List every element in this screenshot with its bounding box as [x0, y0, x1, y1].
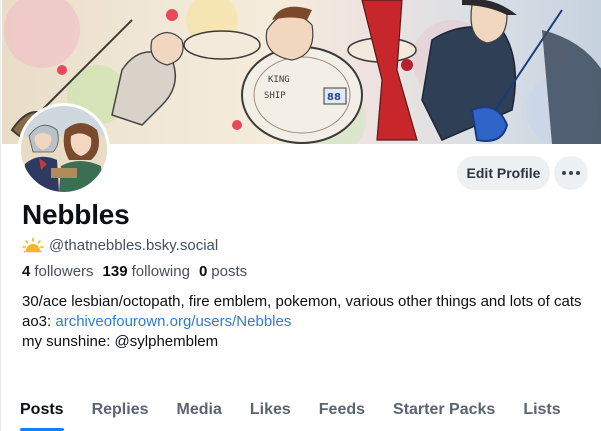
- followers-count: 4: [22, 263, 31, 280]
- tab-media[interactable]: Media: [177, 393, 222, 431]
- svg-text:88: 88: [327, 92, 341, 103]
- ellipsis-icon: [562, 171, 566, 175]
- bio-ao3-line: ao3: archiveofourown.org/users/Nebbles: [22, 312, 592, 332]
- tab-likes[interactable]: Likes: [250, 393, 291, 431]
- more-options-button[interactable]: [554, 156, 588, 190]
- followers-stat[interactable]: 4 followers: [22, 263, 94, 280]
- svg-text:SHIP: SHIP: [264, 91, 286, 101]
- followers-label: followers: [34, 263, 94, 280]
- ellipsis-icon: [569, 171, 573, 175]
- tab-lists[interactable]: Lists: [523, 393, 560, 431]
- posts-stat: 0 posts: [199, 263, 247, 280]
- tab-posts[interactable]: Posts: [20, 393, 64, 431]
- display-name: Nebbles: [22, 199, 130, 230]
- ao3-link[interactable]: archiveofourown.org/users/Nebbles: [55, 313, 291, 330]
- following-label: following: [131, 263, 190, 280]
- avatar-illustration: [21, 106, 107, 192]
- following-count: 139: [102, 263, 128, 280]
- posts-count: 0: [198, 263, 208, 280]
- profile-page: KING SHIP 88 Edit Profile Nebbles @thatn…: [0, 0, 601, 431]
- profile-handle: @thatnebbles.bsky.social: [49, 236, 219, 254]
- tab-starter-packs[interactable]: Starter Packs: [393, 393, 495, 431]
- bio-ao3-prefix: ao3:: [22, 313, 56, 330]
- profile-stats: 4 followers 139 following 0 posts: [22, 263, 256, 280]
- handle-row: @thatnebbles.bsky.social: [22, 235, 218, 255]
- avatar[interactable]: [18, 103, 110, 195]
- profile-bio: 30/ace lesbian/octopath, fire emblem, po…: [22, 292, 592, 352]
- tab-replies[interactable]: Replies: [92, 393, 149, 431]
- sun-icon: [22, 237, 44, 253]
- bio-line: 30/ace lesbian/octopath, fire emblem, po…: [22, 293, 582, 310]
- tab-feeds[interactable]: Feeds: [319, 393, 365, 431]
- profile-tabs: Posts Replies Media Likes Feeds Starter …: [1, 393, 601, 431]
- edit-profile-button[interactable]: Edit Profile: [457, 156, 550, 190]
- bio-line: my sunshine: @sylphemblem: [22, 333, 219, 350]
- posts-label: posts: [211, 263, 248, 280]
- svg-text:KING: KING: [268, 75, 290, 85]
- following-stat[interactable]: 139 following: [103, 263, 190, 280]
- ellipsis-icon: [576, 171, 580, 175]
